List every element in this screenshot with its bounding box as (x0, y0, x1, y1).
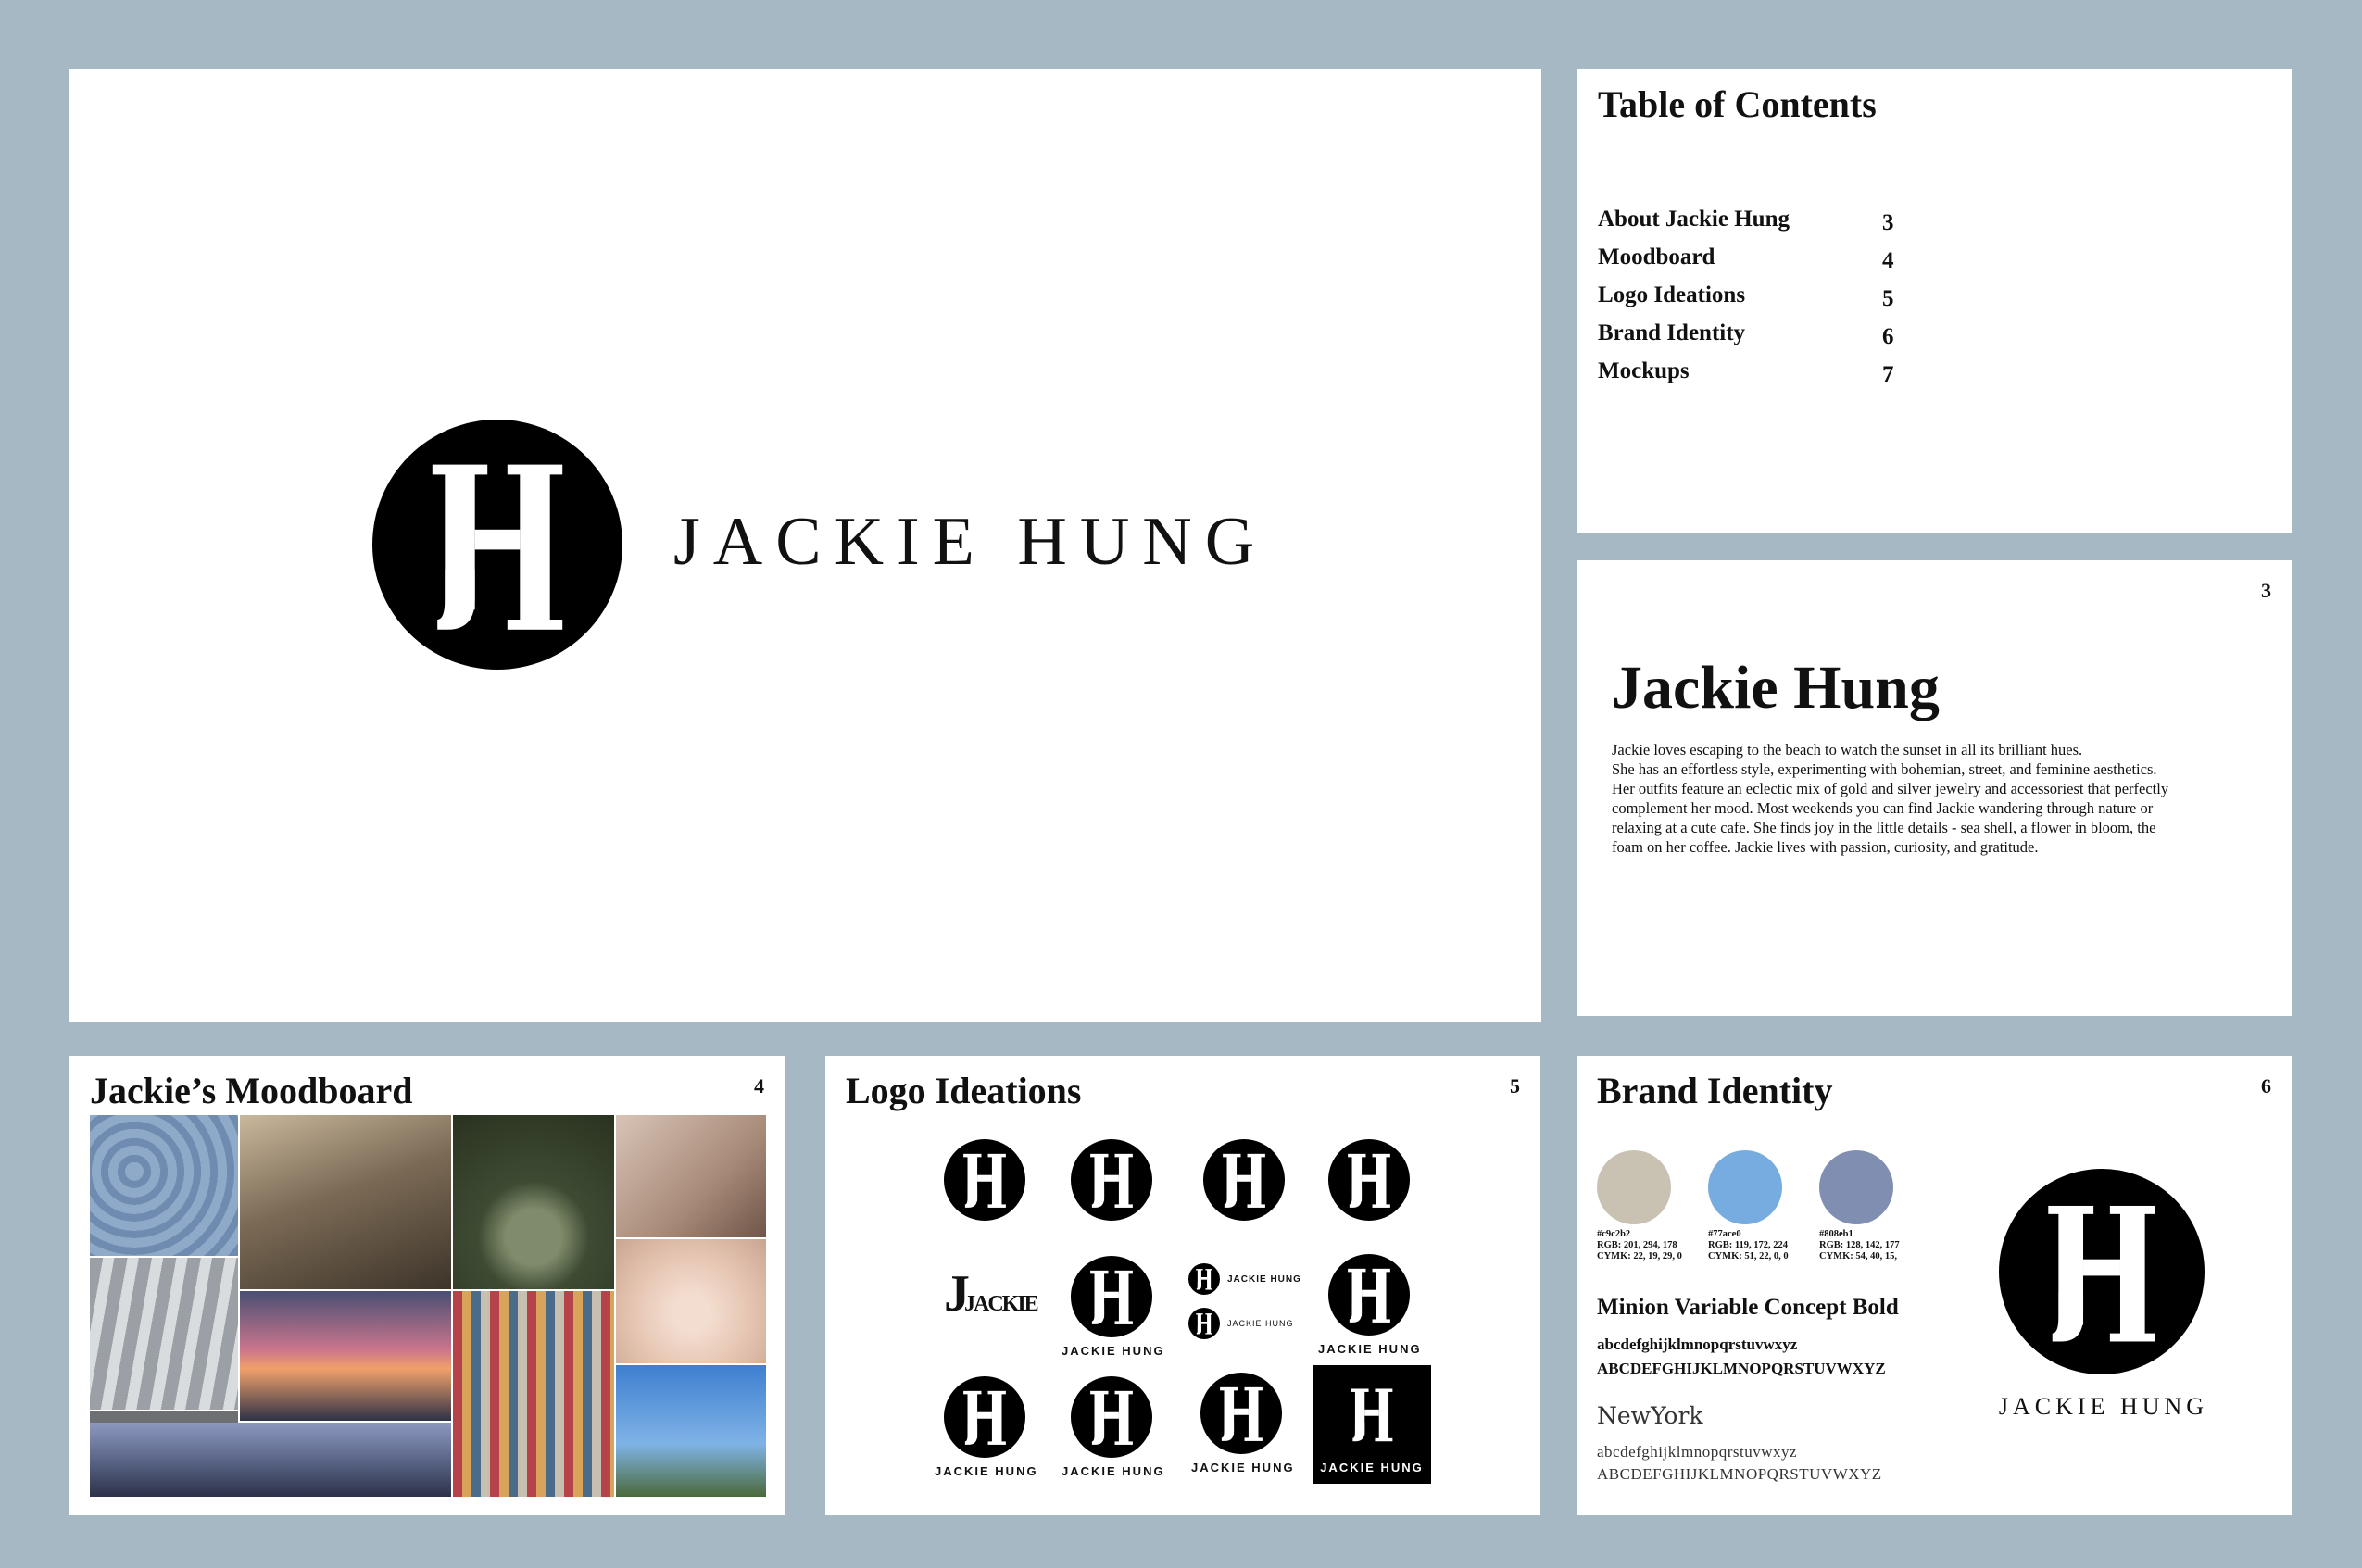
swatch-hex: #77ace0 (1708, 1229, 1741, 1239)
desserts-table-photo (616, 1115, 766, 1237)
vintage-shop-photo (453, 1291, 614, 1497)
toc-item-about[interactable]: About Jackie Hung (1598, 207, 1790, 232)
swatch-cymk: CYMK: 54, 40, 15, (1819, 1251, 1897, 1261)
sky-trees-photo (616, 1365, 766, 1497)
knit-yarn-photo (90, 1115, 238, 1256)
jh-monogram-icon (1071, 1376, 1152, 1458)
swatch-blue (1708, 1150, 1782, 1224)
brand-identity-title: Brand Identity (1597, 1070, 1833, 1111)
logo-variant-caption-2: JACKIE HUNG (1318, 1254, 1420, 1356)
page-number: 3 (2261, 579, 2271, 602)
jh-monogram-icon (1328, 1139, 1410, 1221)
about-line: She has an effortless style, experimenti… (1612, 760, 2157, 778)
logo-caption: JACKIE HUNG (1318, 1342, 1422, 1356)
page-number: 4 (754, 1074, 764, 1098)
toc-slide: Table of Contents About Jackie Hung 3 Mo… (1577, 69, 2292, 533)
cafe-counter-photo (240, 1115, 451, 1289)
logo-variant-caption-5: JACKIE HUNG (1191, 1373, 1295, 1474)
sunset-pier-photo (240, 1291, 451, 1421)
logo-ideations-slide: Logo Ideations 5 JJACKIE JACKIE HUNG JAC… (825, 1056, 1540, 1515)
necklace-photo (616, 1239, 766, 1363)
logo-caption: JACKIE HUNG (1191, 1461, 1295, 1474)
swatch-beige-info: #c9c2b2 RGB: 201, 294, 178 CYMK: 22, 19,… (1597, 1229, 1682, 1262)
jh-monogram-icon (944, 1376, 1025, 1458)
street-crosswalk-photo (90, 1258, 238, 1410)
logo-caption: JACKIE HUNG (935, 1464, 1038, 1478)
secondary-font-uppercase: ABCDEFGHIJKLMNOPQRSTUVWXYZ (1597, 1465, 1882, 1483)
toc-page-mockups: 7 (1882, 362, 1894, 387)
about-line: Her outfits feature an eclectic mix of g… (1612, 780, 2169, 797)
street-portrait-photo (90, 1411, 238, 1423)
jh-monogram-icon (372, 420, 622, 670)
jh-monogram-icon (1071, 1139, 1152, 1221)
about-line: complement her mood. Most weekends you c… (1612, 799, 2154, 817)
cover-slide: JACKIE HUNG (69, 69, 1541, 1022)
toc-page-moodboard: 4 (1882, 248, 1894, 273)
logo-caption: JACKIE HUNG (1062, 1344, 1165, 1358)
page-number: 5 (1510, 1074, 1520, 1098)
logo-caption: JACKIE HUNG (1320, 1461, 1424, 1474)
secondary-font-name: NewYork (1597, 1402, 1703, 1429)
logo-caption: JACKIE HUNG (1227, 1319, 1294, 1328)
about-paragraph: Jackie loves escaping to the beach to wa… (1612, 740, 2223, 857)
moodboard-collage (90, 1115, 766, 1497)
swatch-periwinkle-info: #808eb1 RGB: 128, 142, 177 CYMK: 54, 40,… (1819, 1229, 1900, 1262)
jh-monogram-icon (1200, 1373, 1282, 1454)
swatch-periwinkle (1819, 1150, 1893, 1224)
moodboard-title: Jackie’s Moodboard (90, 1070, 413, 1111)
swatch-rgb: RGB: 128, 142, 177 (1819, 1240, 1900, 1250)
swatch-hex: #c9c2b2 (1597, 1229, 1631, 1239)
logo-variant-stacked: JACKIE HUNG JACKIE HUNG (1188, 1263, 1309, 1339)
logo-caption: JACKIE HUNG (1227, 1273, 1301, 1285)
about-line: foam on her coffee. Jackie lives with pa… (1612, 838, 2039, 856)
toc-page-brand-identity: 6 (1882, 324, 1894, 349)
jh-monogram-icon (1071, 1256, 1152, 1337)
brand-identity-slide: Brand Identity 6 #c9c2b2 RGB: 201, 294, … (1577, 1056, 2292, 1515)
jh-monogram-icon (944, 1139, 1025, 1221)
garden-fountain-photo (453, 1115, 614, 1289)
toc-item-mockups[interactable]: Mockups (1598, 358, 1690, 384)
swatch-blue-info: #77ace0 RGB: 119, 172, 224 CYMK: 51, 22,… (1708, 1229, 1789, 1262)
moodboard-slide: Jackie’s Moodboard 4 (69, 1056, 785, 1515)
jh-monogram-icon (1999, 1169, 2205, 1374)
swatch-cymk: CYMK: 51, 22, 0, 0 (1708, 1251, 1789, 1261)
swatch-hex: #808eb1 (1819, 1229, 1853, 1239)
jh-monogram-icon (1328, 1254, 1410, 1336)
swatch-rgb: RGB: 201, 294, 178 (1597, 1240, 1677, 1250)
toc-item-logo-ideations[interactable]: Logo Ideations (1598, 282, 1745, 308)
toc-title: Table of Contents (1598, 83, 1877, 125)
secondary-font-lowercase: abcdefghijklmnopqrstuvwxyz (1597, 1443, 1798, 1461)
jh-monogram-icon (1203, 1139, 1285, 1221)
logo-variant-inverted: JACKIE HUNG (1313, 1365, 1431, 1484)
primary-font-uppercase: ABCDEFGHIJKLMNOPQRSTUVWXYZ (1597, 1360, 1886, 1377)
swatch-beige (1597, 1150, 1671, 1224)
logo-variant-caption-1: JACKIE HUNG (1062, 1256, 1165, 1358)
swatch-cymk: CYMK: 22, 19, 29, 0 (1597, 1251, 1682, 1261)
jh-monogram-icon (1188, 1263, 1220, 1295)
swatch-rgb: RGB: 119, 172, 224 (1708, 1240, 1789, 1250)
jh-monogram-icon (1188, 1308, 1220, 1339)
logo-variant-caption-4: JACKIE HUNG (1062, 1376, 1165, 1478)
about-line: relaxing at a cute cafe. She finds joy i… (1612, 819, 2156, 836)
about-line: Jackie loves escaping to the beach to wa… (1612, 741, 2083, 759)
jh-monogram-icon (1332, 1374, 1412, 1454)
toc-item-moodboard[interactable]: Moodboard (1598, 245, 1715, 270)
logo-variant-caption-3: JACKIE HUNG (935, 1376, 1038, 1478)
primary-font-name: Minion Variable Concept Bold (1597, 1295, 1899, 1320)
jackie-script-logo: JJACKIE (944, 1265, 1039, 1323)
about-heading: Jackie Hung (1612, 654, 1940, 721)
brand-wordmark: JACKIE HUNG (1998, 1393, 2209, 1420)
logo-ideations-title: Logo Ideations (846, 1070, 1082, 1111)
logo-caption: JACKIE HUNG (1062, 1464, 1165, 1478)
cover-wordmark: JACKIE HUNG (673, 504, 1268, 580)
toc-page-about: 3 (1882, 210, 1894, 235)
primary-font-lowercase: abcdefghijklmnopqrstuvwxyz (1597, 1336, 1798, 1353)
jackie-script-text: JACKIE (964, 1292, 1039, 1316)
page-number: 6 (2261, 1074, 2271, 1098)
city-skyline-photo (90, 1423, 451, 1497)
about-slide: 3 Jackie Hung Jackie loves escaping to t… (1577, 560, 2292, 1016)
toc-page-logo-ideations: 5 (1882, 286, 1894, 311)
toc-item-brand-identity[interactable]: Brand Identity (1598, 320, 1745, 346)
